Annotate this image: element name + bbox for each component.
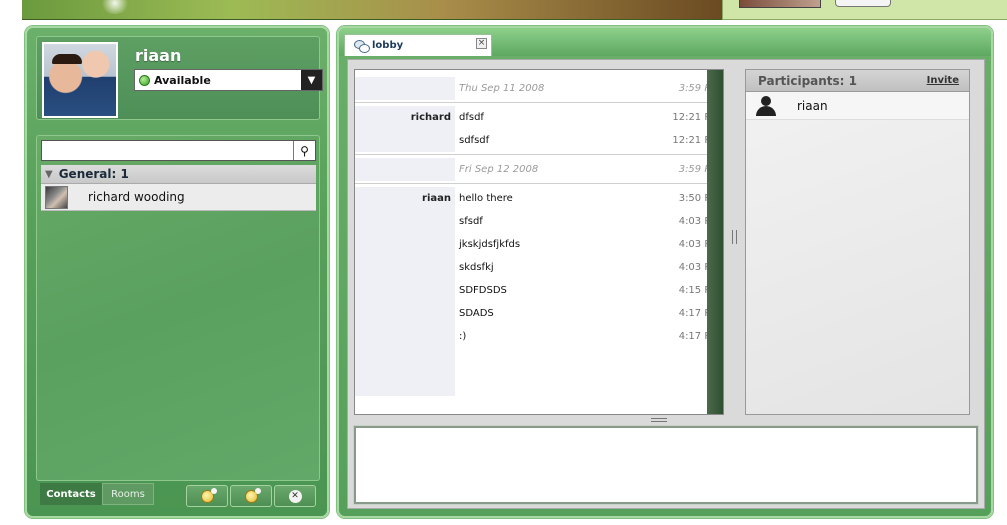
chat-message-text: hello there (459, 193, 513, 204)
chat-date: Thu Sep 11 2008 (459, 83, 545, 94)
contact-search-input[interactable] (42, 141, 292, 160)
participants-header: Participants: 1 Invite (746, 70, 969, 92)
horizontal-splitter[interactable] (651, 418, 667, 422)
contact-avatar (45, 185, 68, 209)
chat-message-row: :) 4:17 PM (355, 325, 723, 348)
chat-message-text: SDFDSDS (459, 285, 507, 296)
chat-message-text: :) (459, 331, 467, 342)
chat-sender (355, 302, 455, 325)
chat-date-row: Thu Sep 11 2008 3:59 PM (355, 77, 723, 100)
chat-message-text: sfsdf (459, 216, 483, 227)
chat-message-text: skdsfkj (459, 262, 494, 273)
participant-name: riaan (797, 98, 828, 113)
chat-message-text: jkskjdsfjkfds (459, 239, 521, 250)
chat-separator (355, 154, 723, 155)
chat-name-column-fill (355, 348, 455, 396)
close-icon: ✕ (288, 489, 302, 503)
chat-sender (355, 77, 455, 100)
chat-sender (355, 210, 455, 233)
contacts-list-box: ⚲ ▼ General: 1 richard wooding (36, 135, 320, 481)
contacts-panel: riaan Available ▼ ⚲ ▼ General: 1 richard… (25, 26, 329, 518)
chat-bubbles-icon (354, 39, 370, 53)
contact-name: richard wooding (88, 190, 185, 204)
chat-message-row: SDFDSDS 4:15 PM (355, 279, 723, 302)
invite-link[interactable]: Invite (927, 75, 959, 86)
username: riaan (135, 46, 182, 65)
tab-contacts[interactable]: Contacts (40, 483, 102, 505)
chat-messages: Thu Sep 11 2008 3:59 PM richard dfsdf 12:21 … (355, 70, 723, 414)
message-input[interactable] (353, 425, 979, 505)
top-button[interactable] (835, 0, 891, 7)
chat-message-row: skdsfkj 4:03 PM (355, 256, 723, 279)
room-content: Thu Sep 11 2008 3:59 PM richard dfsdf 12:21 … (347, 59, 985, 509)
chat-sender (355, 325, 455, 348)
chat-sender (355, 158, 455, 181)
chat-sender (355, 256, 455, 279)
chat-sender: riaan (355, 187, 455, 210)
contact-search: ⚲ (41, 140, 316, 161)
banner-glow (100, 0, 130, 14)
chat-message-text: dfsdf (459, 112, 484, 123)
chat-message-row: sfsdf 4:03 PM (355, 210, 723, 233)
tab-label: lobby (372, 40, 404, 51)
chat-message-row: riaan hello there 3:50 PM (355, 187, 723, 210)
chat-log: Thu Sep 11 2008 3:59 PM richard dfsdf 12:21 … (354, 69, 724, 415)
chat-separator (355, 102, 723, 103)
chat-sender: richard (355, 106, 455, 129)
add-group-button[interactable] (230, 485, 272, 507)
chat-room-panel: lobby × Thu Sep 11 2008 3:59 PM richard dfs… (337, 26, 993, 518)
chat-message-row: richard dfsdf 12:21 PM (355, 106, 723, 129)
chat-sender (355, 279, 455, 302)
add-contact-button[interactable] (186, 485, 228, 507)
participants-panel: Participants: 1 Invite riaan (745, 69, 970, 415)
search-icon[interactable]: ⚲ (293, 141, 315, 160)
tab-rooms[interactable]: Rooms (102, 483, 154, 505)
chat-message-row: jkskjdsfjkfds 4:03 PM (355, 233, 723, 256)
contact-group-header[interactable]: ▼ General: 1 (41, 165, 316, 184)
status-dropdown[interactable]: Available ▼ (134, 69, 323, 91)
avatar-hair (52, 54, 82, 64)
top-banner (22, 0, 722, 20)
left-footer: Contacts Rooms ✕ (36, 483, 320, 511)
chat-message-text: sdfsdf (459, 135, 490, 146)
chat-message-text: SDADS (459, 308, 494, 319)
group-label: General: 1 (58, 167, 129, 181)
chat-message-row: SDADS 4:17 PM (355, 302, 723, 325)
top-right-strip (722, 0, 1007, 20)
status-available-icon (139, 74, 150, 86)
status-label: Available (154, 73, 211, 87)
chat-message-row: sdfsdf 12:21 PM (355, 129, 723, 152)
profile-box: riaan Available ▼ (36, 36, 323, 120)
chat-sender (355, 233, 455, 256)
room-tabstrip: lobby × (339, 28, 991, 56)
expand-triangle-icon[interactable]: ▼ (45, 169, 53, 180)
tab-close-icon[interactable]: × (476, 38, 487, 49)
vertical-splitter[interactable] (732, 230, 737, 244)
chat-date-row: Fri Sep 12 2008 3:59 PM (355, 158, 723, 181)
contact-item[interactable]: richard wooding (41, 184, 316, 211)
chat-separator (355, 183, 723, 184)
add-group-icon (244, 487, 261, 503)
chat-sender (355, 129, 455, 152)
participants-title: Participants: 1 (758, 73, 857, 88)
avatar[interactable] (42, 42, 118, 118)
chat-scrollbar[interactable] (707, 70, 723, 414)
top-thumbnail (739, 0, 821, 8)
add-contact-icon (200, 487, 217, 503)
chevron-down-icon[interactable]: ▼ (301, 70, 322, 90)
chat-date: Fri Sep 12 2008 (459, 164, 539, 175)
remove-contact-button[interactable]: ✕ (274, 485, 316, 507)
tab-lobby[interactable]: lobby × (344, 34, 492, 56)
person-icon (755, 95, 777, 116)
participant-item[interactable]: riaan (746, 92, 969, 120)
